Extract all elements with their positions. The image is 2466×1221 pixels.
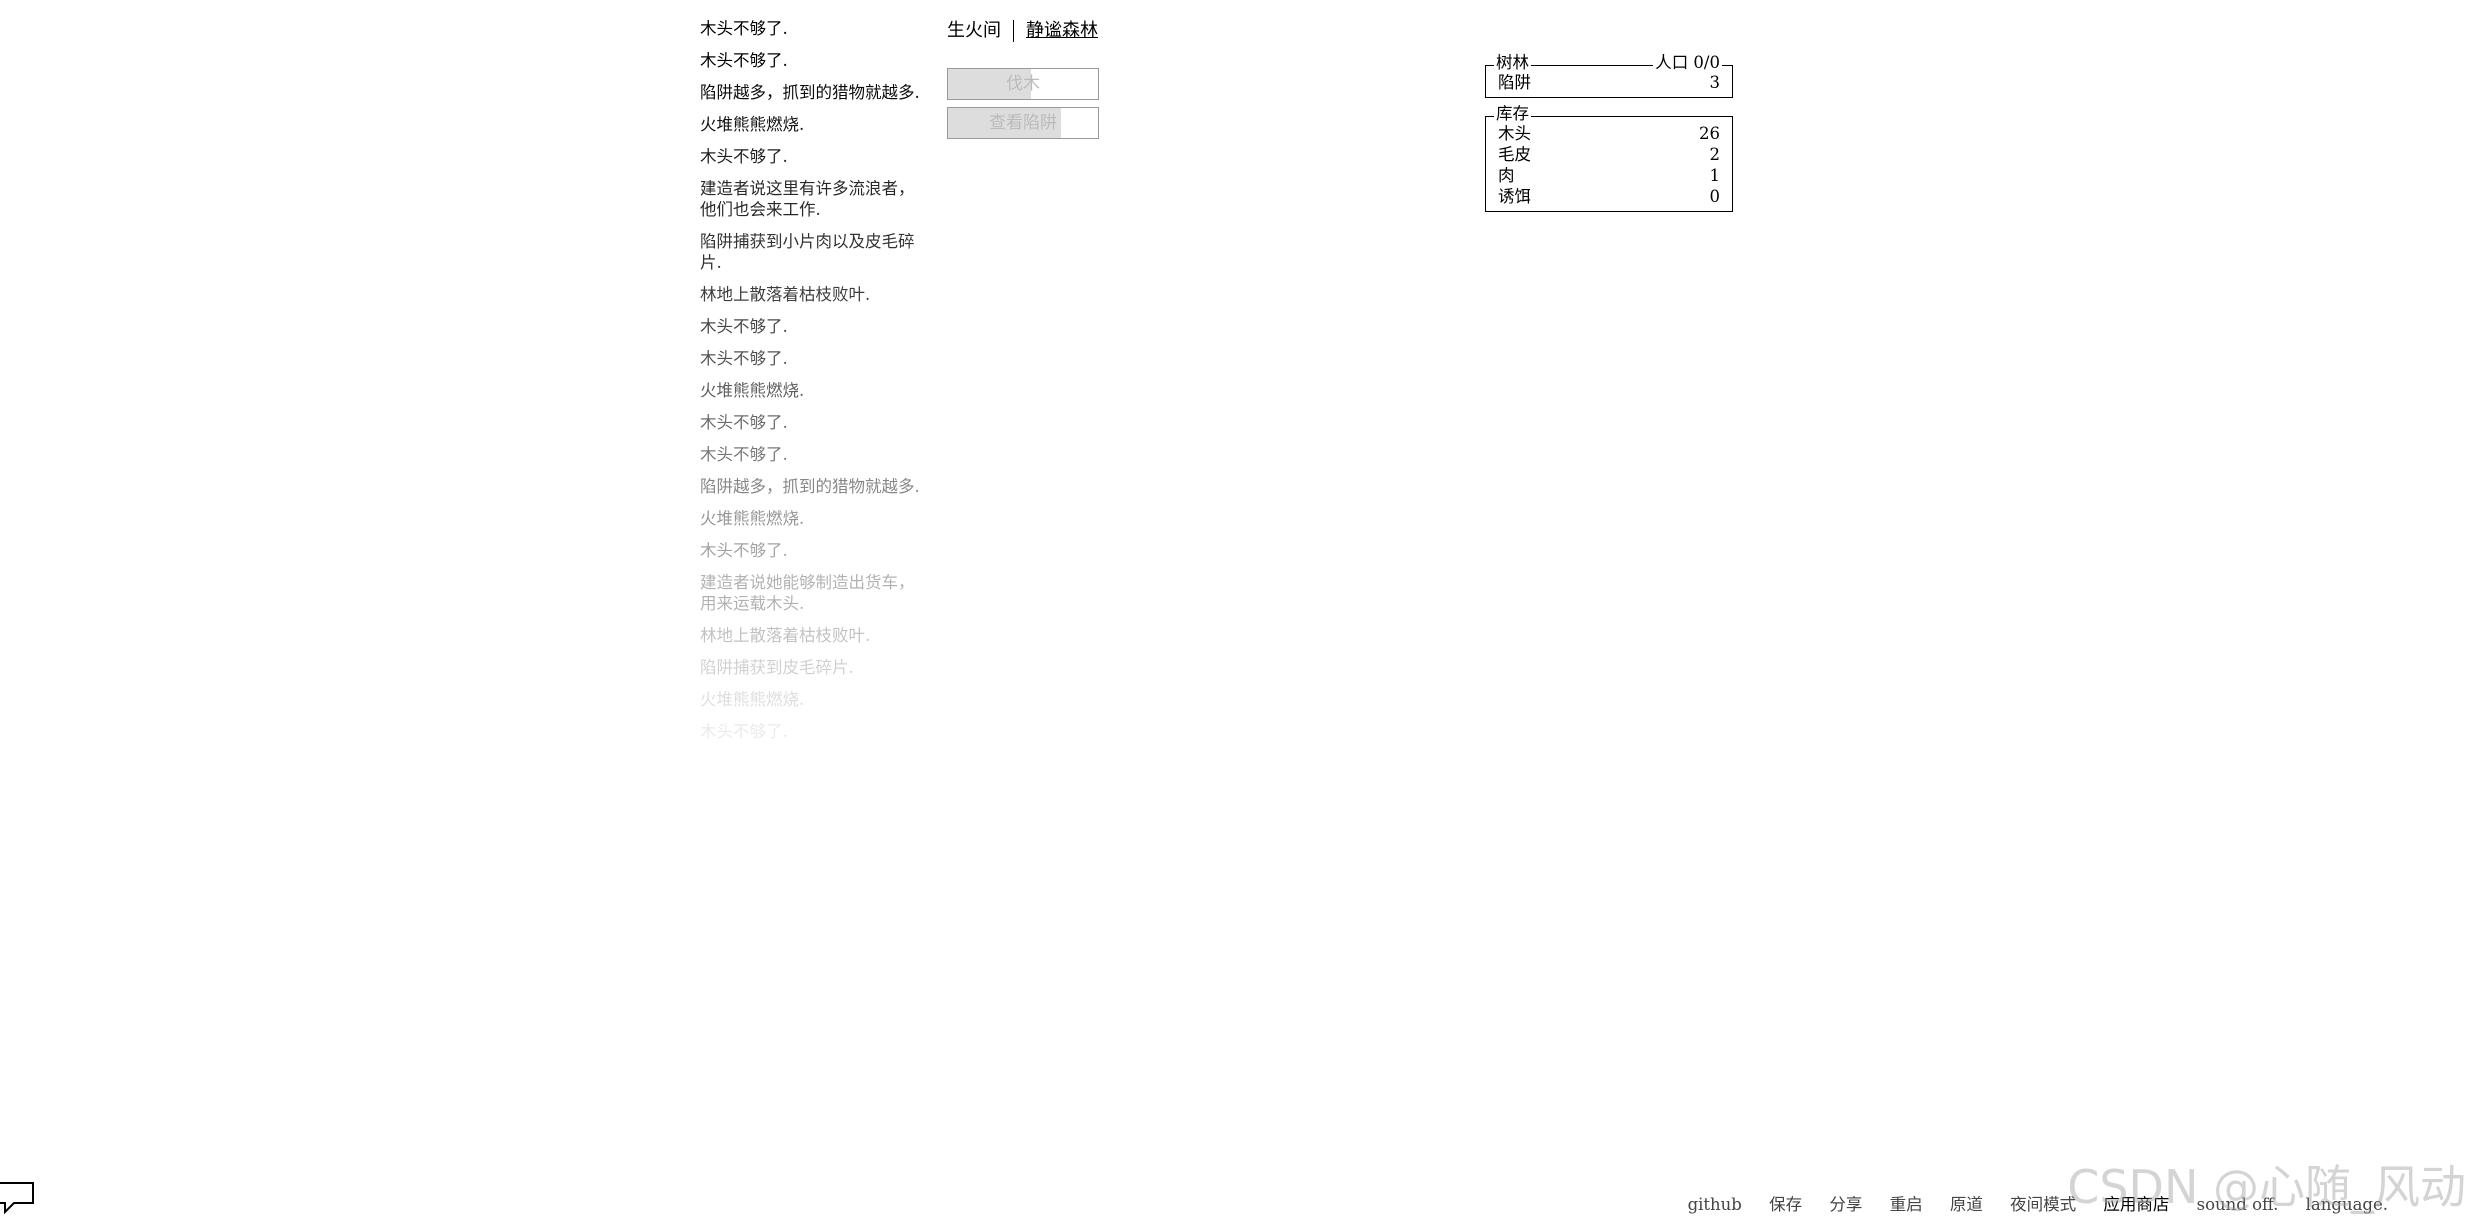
notification-item: 建造者说她能够制造出货车，用来运载木头. xyxy=(700,573,915,613)
store-row: 木头 26 xyxy=(1498,123,1720,144)
buildings-list: 陷阱 3 xyxy=(1498,72,1720,93)
buildings-panel: 树林 人口 0/0 陷阱 3 xyxy=(1485,53,1733,98)
store-row-name: 木头 xyxy=(1498,124,1531,143)
notification-list: 木头不够了. 木头不够了. 陷阱越多，抓到的猎物就越多. 火堆熊熊燃烧. 木头不够了. 建… xyxy=(700,18,930,742)
tab-room[interactable]: 生火间 xyxy=(947,20,1001,41)
notification-item: 陷阱捕获到小片肉以及皮毛碎片. xyxy=(700,232,915,272)
store-row-name: 肉 xyxy=(1498,166,1515,185)
store-row-count: 3 xyxy=(1709,73,1721,92)
notification-item: 陷阱越多，抓到的猎物就越多. xyxy=(700,83,920,102)
sound-toggle-link[interactable]: sound off. xyxy=(2197,1195,2279,1214)
notification-item: 木头不够了. xyxy=(700,317,788,336)
share-link[interactable]: 分享 xyxy=(1829,1195,1862,1214)
night-mode-link[interactable]: 夜间模式 xyxy=(2010,1195,2076,1214)
check-traps-label: 查看陷阱 xyxy=(989,113,1057,133)
population-label: 人口 0/0 xyxy=(1653,53,1722,73)
store-row-count: 2 xyxy=(1709,145,1721,164)
github-link[interactable]: github xyxy=(1688,1195,1742,1214)
check-traps-button[interactable]: 查看陷阱 xyxy=(947,107,1099,139)
notification-item: 火堆熊熊燃烧. xyxy=(700,509,805,528)
store-row: 陷阱 3 xyxy=(1498,72,1720,93)
gather-wood-label: 伐木 xyxy=(1006,74,1040,94)
notification-item: 建造者说这里有许多流浪者，他们也会来工作. xyxy=(700,179,915,219)
store-row: 诱饵 0 xyxy=(1498,186,1720,207)
store-row: 肉1 xyxy=(1498,165,1720,186)
store-row-count: 0 xyxy=(1709,187,1721,206)
event-log: 木头不够了. 木头不够了. 陷阱越多，抓到的猎物就越多. 火堆熊熊燃烧. 木头不够了. 建… xyxy=(700,18,930,798)
notification-item: 火堆熊熊燃烧. xyxy=(700,381,805,400)
stores-title: 库存 xyxy=(1494,104,1531,124)
store-row-count: 26 xyxy=(1699,124,1720,143)
log-fade-overlay xyxy=(700,738,930,798)
store-row-name: 诱饵 xyxy=(1498,187,1531,206)
notification-item: 木头不够了. xyxy=(700,541,788,560)
notification-item: 火堆熊熊燃烧. xyxy=(700,115,805,134)
location-header: 生火间 静谧森林 xyxy=(947,20,1098,42)
footer-menu: github 保存 分享 重启 原道 夜间模式 应用商店 sound off. … xyxy=(1666,1191,2388,1215)
notification-item: 木头不够了. xyxy=(700,51,788,70)
buildings-title: 树林 xyxy=(1494,53,1531,73)
language-link[interactable]: language. xyxy=(2306,1195,2388,1214)
store-row-count: 1 xyxy=(1709,166,1721,185)
notification-item: 木头不够了. xyxy=(700,349,788,368)
notification-item: 陷阱越多，抓到的猎物就越多. xyxy=(700,477,920,496)
notification-item: 林地上散落着枯枝败叶. xyxy=(700,285,871,304)
save-link[interactable]: 保存 xyxy=(1769,1195,1802,1214)
notification-item: 木头不够了. xyxy=(700,19,788,38)
notification-item: 火堆熊熊燃烧. xyxy=(700,690,805,709)
tab-forest[interactable]: 静谧森林 xyxy=(1026,20,1098,41)
notification-item: 林地上散落着枯枝败叶. xyxy=(700,626,871,645)
header-divider xyxy=(1013,20,1014,42)
notification-item: 木头不够了. xyxy=(700,413,788,432)
store-row-name: 毛皮 xyxy=(1498,145,1531,164)
store-row-name: 陷阱 xyxy=(1498,73,1531,92)
notification-item: 木头不够了. xyxy=(700,147,788,166)
app-store-link[interactable]: 应用商店 xyxy=(2103,1195,2169,1214)
notification-item: 木头不够了. xyxy=(700,445,788,464)
stores-list: 木头 26 毛皮 2 肉 1 诱饵 0 xyxy=(1498,123,1720,207)
original-link[interactable]: 原道 xyxy=(1950,1195,1983,1214)
notification-item: 陷阱捕获到皮毛碎片. xyxy=(700,658,854,677)
store-row: 毛皮 2 xyxy=(1498,144,1720,165)
chat-bubble-icon[interactable] xyxy=(0,1181,36,1215)
stores-panel: 库存 木头 26 毛皮 2 肉 1 诱饵 0 xyxy=(1485,104,1733,212)
gather-wood-button[interactable]: 伐木 xyxy=(947,68,1099,100)
restart-link[interactable]: 重启 xyxy=(1890,1195,1923,1214)
